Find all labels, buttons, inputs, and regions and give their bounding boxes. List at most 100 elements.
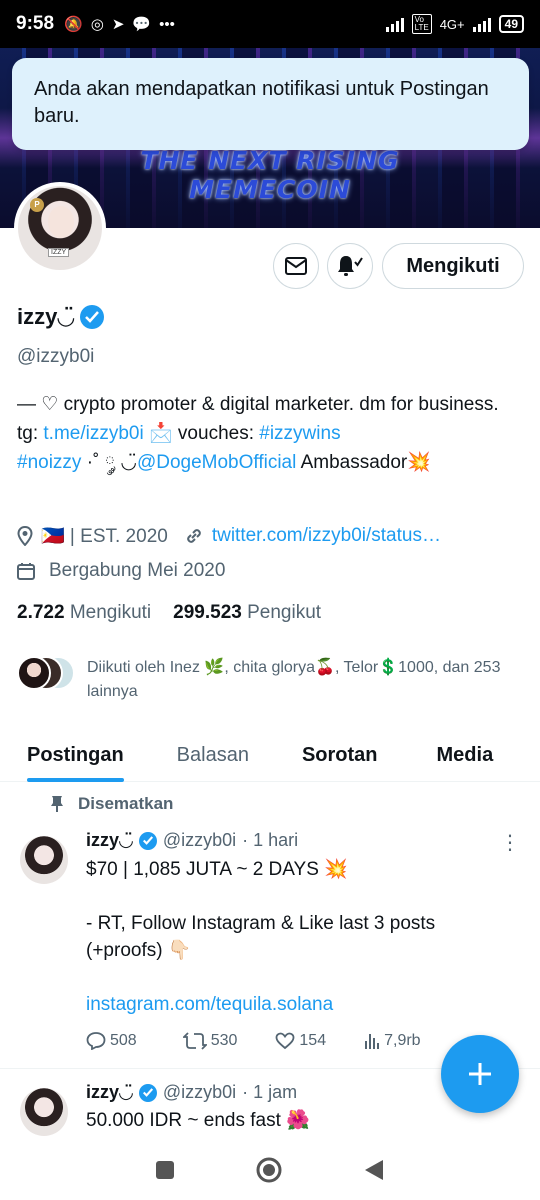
tweet-link[interactable]: instagram.com/tequila.solana: [86, 991, 506, 1018]
tweet-body[interactable]: 50.000 IDR ~ ends fast 🌺: [86, 1107, 506, 1134]
bio-telegram-link[interactable]: t.me/izzyb0i: [43, 423, 143, 444]
reply-button[interactable]: 508: [86, 1032, 137, 1050]
pinned-label: Disematkan: [50, 794, 173, 814]
profile-location: 🇵🇭 | EST. 2020: [41, 526, 168, 547]
display-name-text: izzy◡̈: [17, 304, 75, 329]
tab-sorotan[interactable]: Sorotan: [302, 728, 378, 782]
followers-label: Pengikut: [247, 602, 322, 623]
status-bar: 9:58 🔕 ◎ ➤ 💬 ••• Vo LTE 4G+ 49: [0, 0, 540, 48]
tweet-line-2: - RT, Follow Instagram & Like last 3 pos…: [86, 913, 436, 961]
home-button[interactable]: [255, 1156, 283, 1184]
reply-count: 508: [110, 1032, 137, 1049]
tweet-avatar[interactable]: [20, 836, 68, 884]
profile-tabs: Postingan Balasan Sorotan Media: [0, 728, 540, 782]
status-time: 9:58: [16, 13, 55, 34]
notification-toast: Anda akan mendapatkan notifikasi untuk P…: [12, 58, 529, 150]
following-count: 2.722: [17, 602, 65, 623]
tweet-author-name[interactable]: izzy◡̈: [86, 830, 133, 851]
retweet-button[interactable]: 530: [182, 1032, 238, 1050]
bio-mention-link[interactable]: @DogeMobOfficial: [137, 452, 296, 473]
bio-text-2: 📩 vouches:: [143, 423, 260, 444]
pin-icon: [51, 796, 63, 812]
chat-icon: 💬: [132, 16, 152, 33]
bio-text-4: Ambassador💥: [296, 452, 431, 473]
notification-icons: 🔕 ◎ ➤ 💬 •••: [64, 15, 175, 34]
tweet-author-handle[interactable]: @izzyb0i: [163, 1082, 236, 1103]
location-pin-icon: [17, 526, 33, 546]
tweet-avatar[interactable]: [20, 1088, 68, 1136]
whatsapp-icon: ◎: [90, 16, 104, 33]
verified-badge-icon: [138, 831, 157, 850]
mute-icon: 🔕: [64, 16, 83, 33]
views-button[interactable]: 7,9rb: [364, 1032, 421, 1050]
retweet-count: 530: [210, 1032, 238, 1049]
views-count: 7,9rb: [384, 1032, 421, 1049]
tweet-author-name[interactable]: izzy◡̈: [86, 1082, 133, 1103]
battery-icon: 49: [498, 15, 524, 33]
tab-balasan[interactable]: Balasan: [177, 728, 249, 782]
message-button[interactable]: [273, 243, 319, 289]
display-name: izzy◡̈: [17, 304, 105, 330]
envelope-icon: [285, 257, 307, 275]
retweet-icon: [182, 1032, 207, 1050]
reply-icon: [86, 1032, 106, 1050]
like-button[interactable]: 154: [275, 1032, 326, 1050]
profile-joined-row: Bergabung Mei 2020: [17, 560, 225, 582]
cell-signal-icon: [472, 16, 491, 32]
bio-hashtag-noizzy[interactable]: #noizzy: [17, 452, 81, 473]
bio-hashtag-izzywins[interactable]: #izzywins: [259, 423, 340, 444]
telegram-icon: ➤: [111, 16, 125, 33]
bell-check-icon: [338, 256, 363, 276]
calendar-icon: [17, 563, 35, 580]
link-icon: [187, 529, 201, 543]
system-navigation-bar: [0, 1140, 540, 1200]
back-button[interactable]: [363, 1158, 385, 1182]
banner-text: THE NEXT RISING MEMECOIN: [140, 146, 400, 204]
recents-button[interactable]: [155, 1160, 175, 1180]
network-label: 4G+: [439, 16, 465, 32]
tweet-time: · 1 jam: [242, 1082, 298, 1102]
volte-icon: Vo LTE: [411, 14, 432, 34]
followers-count: 299.523: [173, 602, 242, 623]
tab-media[interactable]: Media: [437, 728, 494, 782]
avatar-face: [48, 206, 74, 238]
tab-postingan[interactable]: Postingan: [27, 728, 124, 782]
more-notifications-icon: •••: [159, 15, 175, 33]
tweet-time: · 1 hari: [242, 830, 299, 850]
profile-joined-date: Bergabung Mei 2020: [49, 560, 226, 581]
wifi-signal-icon: [385, 16, 404, 32]
bio-text-3: ·˚ ༘ ◡̈: [81, 452, 137, 473]
status-right: Vo LTE 4G+ 49: [385, 14, 524, 34]
tweet-header: izzy◡̈ @izzyb0i · 1 hari: [86, 830, 298, 851]
tweet-line-1: $70 | 1,085 JUTA ~ 2 DAYS 💥: [86, 859, 348, 880]
profile-bio: — ♡ crypto promoter & digital marketer. …: [17, 390, 517, 477]
pinned-label-text: Disematkan: [78, 794, 174, 813]
profile-handle: @izzyb0i: [17, 346, 95, 367]
mini-avatar: [17, 656, 51, 690]
verified-badge-icon[interactable]: [80, 305, 105, 329]
tweet-header: izzy◡̈ @izzyb0i · 1 jam: [86, 1082, 297, 1103]
notification-bell-button[interactable]: [327, 243, 373, 289]
followers-stat[interactable]: 299.523 Pengikut: [173, 602, 321, 624]
like-count: 154: [299, 1032, 327, 1049]
profile-website-link[interactable]: twitter.com/izzyb0i/status…: [212, 525, 441, 547]
profile-meta-row: 🇵🇭 | EST. 2020 twitter.com/izzyb0i/statu…: [17, 524, 441, 548]
tweet-author-handle[interactable]: @izzyb0i: [163, 830, 236, 851]
verified-badge-icon: [138, 1083, 157, 1102]
following-label: Mengikuti: [69, 602, 152, 623]
profile-stats: 2.722 Mengikuti 299.523 Pengikut: [17, 602, 321, 624]
heart-icon: [276, 1032, 295, 1050]
following-button[interactable]: Mengikuti: [382, 243, 524, 289]
avatar-image: P IZZY: [18, 186, 102, 270]
followed-by-text: Diikuti oleh Inez 🌿, chita glorya🍒, Telo…: [87, 659, 501, 700]
tweet-body[interactable]: $70 | 1,085 JUTA ~ 2 DAYS 💥 - RT, Follow…: [86, 856, 506, 1018]
avatar-coin-icon: P: [30, 198, 44, 212]
compose-post-button[interactable]: [441, 1035, 519, 1113]
followed-by[interactable]: Diikuti oleh Inez 🌿, chita glorya🍒, Telo…: [17, 656, 527, 704]
profile-avatar[interactable]: P IZZY: [14, 182, 106, 274]
tweet-more-icon[interactable]: ⋮: [500, 830, 520, 855]
following-stat[interactable]: 2.722 Mengikuti: [17, 602, 151, 624]
avatar-tag: IZZY: [48, 248, 70, 257]
tweet-line-1: 50.000 IDR ~ ends fast 🌺: [86, 1110, 310, 1131]
followers-you-know-avatars: [17, 656, 77, 692]
